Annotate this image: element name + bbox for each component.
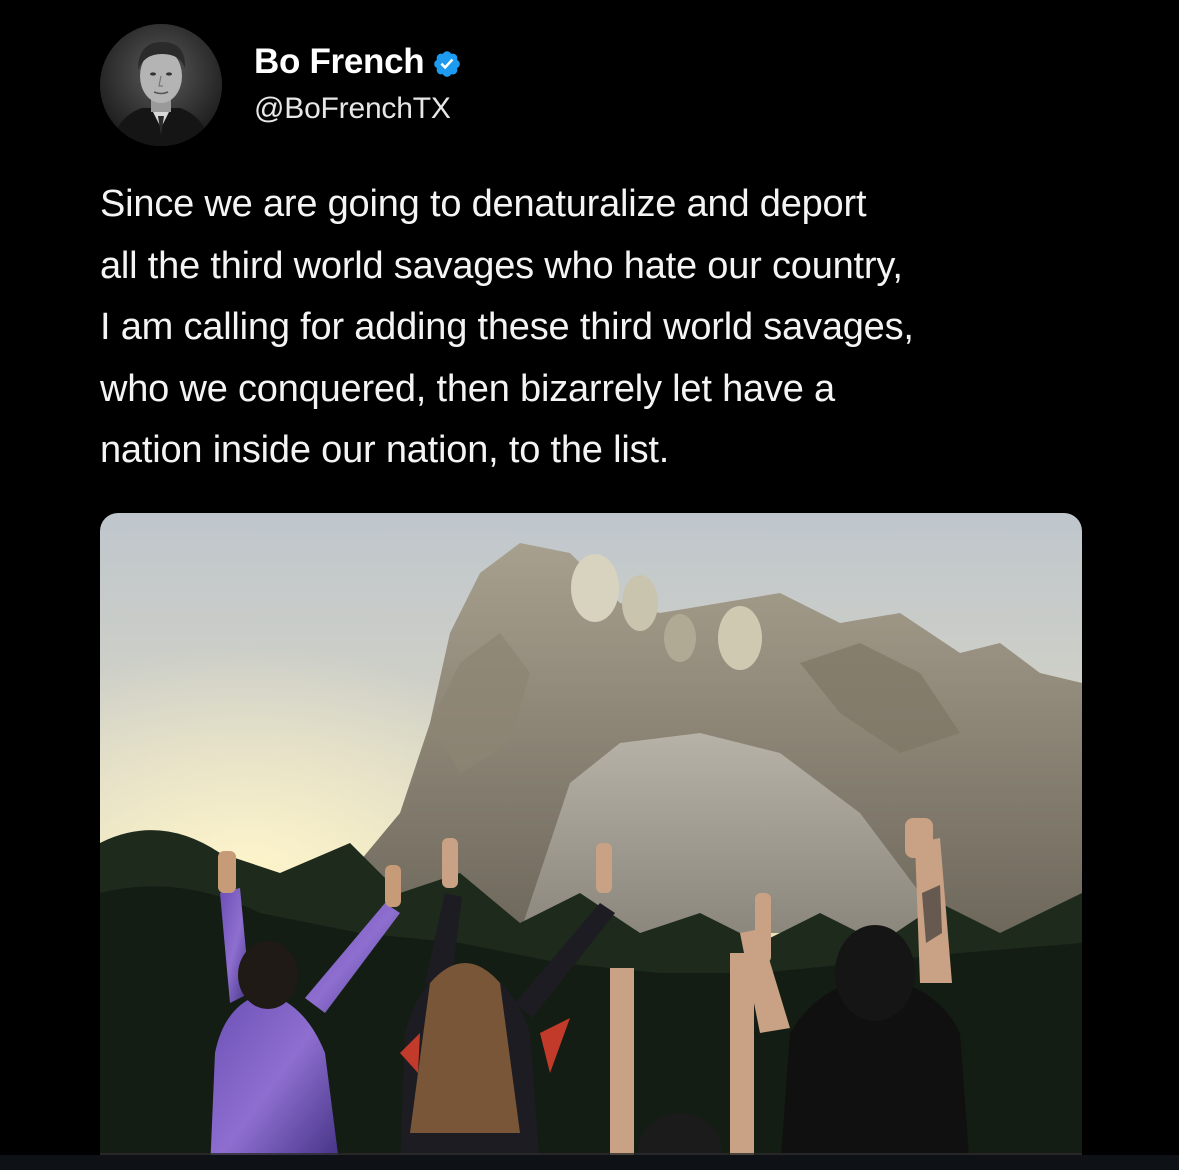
author-display-name[interactable]: Bo French [254, 42, 425, 82]
verified-badge-icon [432, 49, 462, 79]
tweet-card: Bo French @BoFrenchTX Since we are going… [0, 0, 1179, 1170]
photo-illustration [100, 513, 1082, 1170]
author-name-row: Bo French [254, 40, 462, 84]
avatar-portrait [100, 24, 222, 146]
tweet-text: Since we are going to denaturalize and d… [100, 183, 914, 471]
bottom-divider [0, 1155, 1179, 1170]
tweet-media-photo[interactable] [100, 513, 1082, 1170]
avatar[interactable] [100, 24, 222, 146]
author-handle[interactable]: @BoFrenchTX [254, 92, 451, 126]
